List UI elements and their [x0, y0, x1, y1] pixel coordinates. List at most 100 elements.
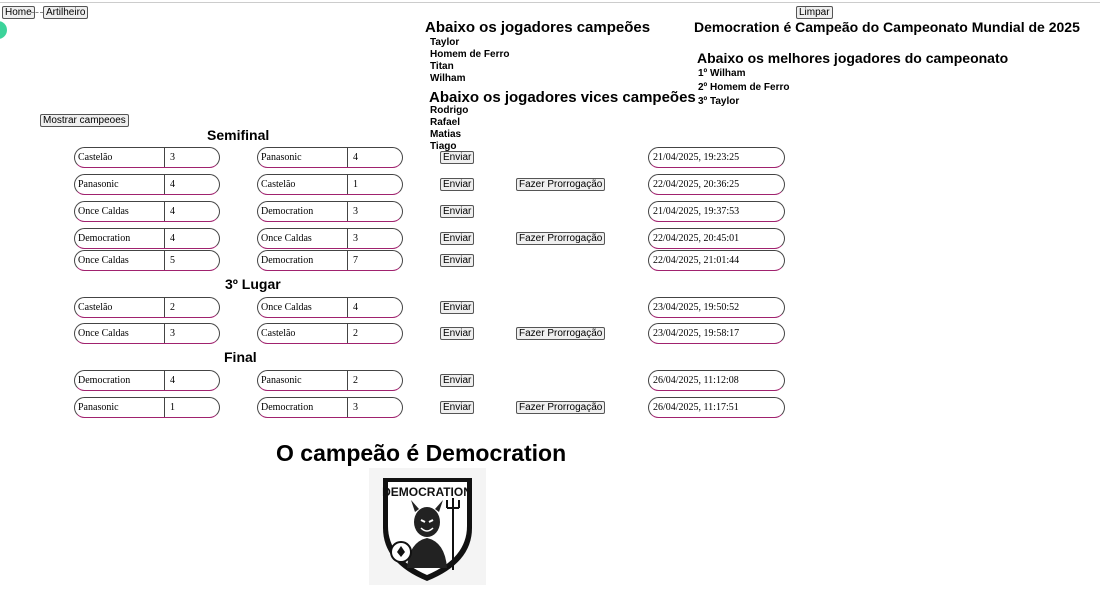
- team1-field[interactable]: Panasonic 1: [74, 397, 220, 418]
- team2-field[interactable]: Panasonic 4: [257, 147, 403, 168]
- match-datetime: 21/04/2025, 19:23:25: [648, 147, 785, 168]
- send-button[interactable]: Enviar: [440, 232, 475, 245]
- team1-name: Panasonic: [75, 398, 165, 417]
- send-button[interactable]: Enviar: [440, 374, 475, 387]
- team2-field[interactable]: Democration 7: [257, 250, 403, 271]
- team1-field[interactable]: Democration 4: [74, 228, 220, 249]
- announcement: Democration é Campeão do Campeonato Mund…: [694, 19, 1080, 35]
- champions-title: Abaixo os jogadores campeões: [425, 19, 651, 36]
- team1-field[interactable]: Once Caldas 4: [74, 201, 220, 222]
- team1-name: Panasonic: [75, 175, 165, 194]
- team2-name: Democration: [258, 251, 348, 270]
- match-datetime: 22/04/2025, 20:36:25: [648, 174, 785, 195]
- vices-list: Rodrigo Rafael Matias Tiago: [430, 105, 468, 153]
- team2-name: Panasonic: [258, 371, 348, 390]
- send-button[interactable]: Enviar: [440, 327, 475, 340]
- extra-time-button[interactable]: Fazer Prorrogação: [516, 178, 606, 191]
- team2-field[interactable]: Democration 3: [257, 201, 403, 222]
- champion-player: Homem de Ferro: [430, 49, 510, 60]
- team2-score[interactable]: 2: [348, 328, 358, 339]
- top-divider: [0, 2, 1100, 3]
- nav-home-button[interactable]: Home: [2, 6, 35, 19]
- team2-field[interactable]: Castelão 2: [257, 323, 403, 344]
- third-place-heading: 3º Lugar: [225, 276, 281, 292]
- team2-field[interactable]: Once Caldas 3: [257, 228, 403, 249]
- team1-score[interactable]: 4: [165, 233, 175, 244]
- team1-name: Castelão: [75, 298, 165, 317]
- team2-field[interactable]: Once Caldas 4: [257, 297, 403, 318]
- extra-time-button[interactable]: Fazer Prorrogação: [516, 232, 606, 245]
- team2-score[interactable]: 1: [348, 179, 358, 190]
- extra-time-button[interactable]: Fazer Prorrogação: [516, 327, 606, 340]
- team1-name: Once Caldas: [75, 202, 165, 221]
- devil-shield-icon: DEMOCRATION: [382, 478, 472, 581]
- vice-player: Rafael: [430, 117, 461, 128]
- team1-score[interactable]: 5: [165, 255, 175, 266]
- team2-score[interactable]: 4: [348, 302, 358, 313]
- team1-field[interactable]: Castelão 3: [74, 147, 220, 168]
- send-button[interactable]: Enviar: [440, 301, 475, 314]
- team2-field[interactable]: Castelão 1: [257, 174, 403, 195]
- champion-player: Titan: [430, 61, 454, 72]
- clear-button[interactable]: Limpar: [796, 6, 833, 19]
- team2-name: Panasonic: [258, 148, 348, 167]
- match-datetime: 21/04/2025, 19:37:53: [648, 201, 785, 222]
- vice-player: Matias: [430, 129, 462, 140]
- team2-score[interactable]: 4: [348, 152, 358, 163]
- champion-player: Wilham: [430, 73, 466, 84]
- send-button[interactable]: Enviar: [440, 254, 475, 267]
- team2-name: Democration: [258, 398, 348, 417]
- send-button[interactable]: Enviar: [440, 401, 475, 414]
- team1-score[interactable]: 4: [165, 206, 175, 217]
- best-player: 3º Taylor: [698, 96, 740, 107]
- team1-score[interactable]: 1: [165, 402, 175, 413]
- team2-name: Once Caldas: [258, 229, 348, 248]
- team1-score[interactable]: 3: [165, 328, 175, 339]
- match-datetime: 22/04/2025, 20:45:01: [648, 228, 785, 249]
- semifinal-heading: Semifinal: [207, 127, 270, 143]
- team1-score[interactable]: 3: [165, 152, 175, 163]
- send-button[interactable]: Enviar: [440, 205, 475, 218]
- team2-score[interactable]: 3: [348, 206, 358, 217]
- champion-announcement: O campeão é Democration: [276, 440, 567, 466]
- match-datetime: 22/04/2025, 21:01:44: [648, 250, 785, 271]
- team2-score[interactable]: 7: [348, 255, 358, 266]
- best-player: 1º Wilham: [698, 68, 746, 79]
- team1-field[interactable]: Castelão 2: [74, 297, 220, 318]
- send-button[interactable]: Enviar: [440, 178, 475, 191]
- team1-score[interactable]: 4: [165, 179, 175, 190]
- team2-field[interactable]: Panasonic 2: [257, 370, 403, 391]
- match-datetime: 26/04/2025, 11:17:51: [648, 397, 785, 418]
- best-players-list: 1º Wilham 2º Homem de Ferro 3º Taylor: [698, 67, 789, 109]
- team1-name: Democration: [75, 371, 165, 390]
- match-datetime: 23/04/2025, 19:58:17: [648, 323, 785, 344]
- extra-time-button[interactable]: Fazer Prorrogação: [516, 401, 606, 414]
- send-button[interactable]: Enviar: [440, 151, 475, 164]
- nav-separator: [31, 12, 43, 13]
- team1-name: Democration: [75, 229, 165, 248]
- logo-wordmark: DEMOCRATION: [382, 485, 472, 499]
- team2-name: Castelão: [258, 324, 348, 343]
- team1-field[interactable]: Once Caldas 3: [74, 323, 220, 344]
- match-datetime: 23/04/2025, 19:50:52: [648, 297, 785, 318]
- nav-artilheiro-button[interactable]: Artilheiro: [43, 6, 89, 19]
- team1-score[interactable]: 4: [165, 375, 175, 386]
- team1-score[interactable]: 2: [165, 302, 175, 313]
- team2-score[interactable]: 2: [348, 375, 358, 386]
- team1-field[interactable]: Democration 4: [74, 370, 220, 391]
- team2-name: Castelão: [258, 175, 348, 194]
- vices-title: Abaixo os jogadores vices campeões: [429, 89, 696, 106]
- status-dot: [0, 21, 7, 39]
- team1-field[interactable]: Once Caldas 5: [74, 250, 220, 271]
- team2-field[interactable]: Democration 3: [257, 397, 403, 418]
- best-player: 2º Homem de Ferro: [698, 82, 790, 93]
- team1-field[interactable]: Panasonic 4: [74, 174, 220, 195]
- team2-name: Once Caldas: [258, 298, 348, 317]
- best-players-title: Abaixo os melhores jogadores do campeona…: [697, 50, 1009, 66]
- match-datetime: 26/04/2025, 11:12:08: [648, 370, 785, 391]
- team2-score[interactable]: 3: [348, 402, 358, 413]
- team2-score[interactable]: 3: [348, 233, 358, 244]
- show-champions-button[interactable]: Mostrar campeoes: [40, 114, 129, 127]
- vice-player: Rodrigo: [430, 105, 469, 116]
- democration-logo: DEMOCRATION: [369, 468, 486, 585]
